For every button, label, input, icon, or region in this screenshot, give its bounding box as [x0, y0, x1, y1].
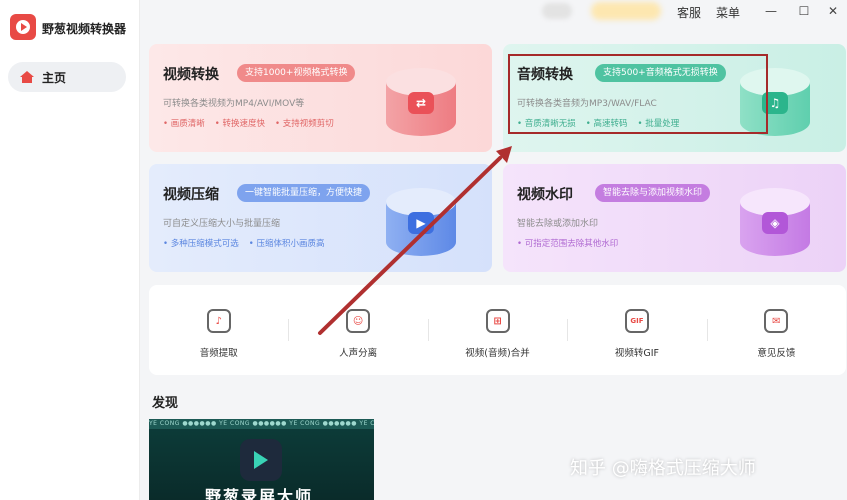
feature-item: 支持视频剪切 — [275, 117, 334, 129]
card-features: 多种压缩模式可选 压缩体积小画质高 — [163, 237, 325, 249]
card-features: 可指定范围去除其他水印 — [517, 237, 619, 249]
feature-item: 画质清晰 — [163, 117, 205, 129]
card-tag: 智能去除与添加视频水印 — [595, 184, 711, 202]
tool-vocal-separate[interactable]: ☺ 人声分离 — [288, 285, 427, 375]
maximize-button[interactable]: ☐ — [796, 3, 812, 19]
app-logo-icon — [10, 14, 36, 40]
video-convert-icon: ⇄ — [386, 64, 456, 136]
tool-label: 音频提取 — [199, 348, 238, 359]
video-compress-icon: ▶ — [386, 184, 456, 256]
feature-item: 多种压缩模式可选 — [163, 237, 239, 249]
card-video-watermark[interactable]: 视频水印 智能去除与添加视频水印 智能去除或添加水印 可指定范围去除其他水印 ◈ — [503, 164, 846, 272]
video-watermark-icon: ◈ — [740, 184, 810, 256]
app-title: 野葱视频转换器 — [42, 22, 127, 36]
card-title: 视频压缩 — [163, 187, 219, 203]
card-title: 视频转换 — [163, 67, 219, 83]
title-bar: 客服 菜单 — ☐ ✕ — [141, 0, 847, 24]
card-desc: 可转换各类视频为MP4/AVI/MOV等 — [163, 99, 305, 109]
feature-item: 压缩体积小画质高 — [249, 237, 324, 249]
vocal-separate-icon: ☺ — [346, 309, 371, 333]
promo-banner[interactable]: YE CONG ●●●●●● YE CONG ●●●●●● YE CONG ●●… — [149, 419, 374, 500]
card-desc: 智能去除或添加水印 — [517, 219, 599, 229]
sidebar-item-home[interactable]: 主页 — [8, 62, 126, 92]
tool-feedback[interactable]: ✉ 意见反馈 — [706, 285, 846, 375]
watermark-text: 知乎 @嗨格式压缩大师 — [570, 458, 756, 479]
tool-label: 人声分离 — [339, 348, 378, 359]
card-desc: 可自定义压缩大小与批量压缩 — [163, 219, 281, 229]
vip-badge[interactable] — [591, 2, 661, 20]
feature-item: 可指定范围去除其他水印 — [517, 237, 619, 249]
card-tag: 一键智能批量压缩，方便快捷 — [237, 184, 371, 202]
close-button[interactable]: ✕ — [825, 3, 841, 19]
merge-icon: ⊞ — [485, 309, 510, 333]
customer-service-link[interactable]: 客服 — [677, 4, 701, 21]
discover-title: 发现 — [152, 396, 179, 411]
feature-item: 转换速度快 — [215, 117, 265, 129]
tool-label: 意见反馈 — [757, 348, 796, 359]
sidebar: 野葱视频转换器 主页 — [0, 0, 140, 500]
card-video-compress[interactable]: 视频压缩 一键智能批量压缩，方便快捷 可自定义压缩大小与批量压缩 多种压缩模式可… — [149, 164, 492, 272]
tool-video-to-gif[interactable]: GIF 视频转GIF — [567, 285, 706, 375]
feedback-icon: ✉ — [764, 309, 789, 333]
audio-extract-icon: ♪ — [206, 309, 231, 333]
card-tag: 支持1000+视频格式转换 — [237, 64, 356, 82]
tool-label: 视频(音频)合并 — [465, 348, 530, 359]
highlight-annotation-box — [508, 54, 768, 134]
tool-audio-extract[interactable]: ♪ 音频提取 — [149, 285, 288, 375]
card-video-convert[interactable]: 视频转换 支持1000+视频格式转换 可转换各类视频为MP4/AVI/MOV等 … — [149, 44, 492, 152]
tool-merge[interactable]: ⊞ 视频(音频)合并 — [427, 285, 567, 375]
promo-strip: YE CONG ●●●●●● YE CONG ●●●●●● YE CONG ●●… — [149, 419, 374, 429]
menu-link[interactable]: 菜单 — [716, 4, 740, 21]
sidebar-item-label: 主页 — [42, 70, 67, 85]
promo-text: 野葱录屏大师 — [205, 487, 314, 500]
user-avatar[interactable] — [542, 3, 572, 19]
minimize-button[interactable]: — — [763, 3, 779, 19]
tools-row: ♪ 音频提取 ☺ 人声分离 ⊞ 视频(音频)合并 GIF 视频转GIF ✉ 意见… — [149, 285, 846, 375]
gif-icon: GIF — [624, 309, 649, 333]
screen-recorder-logo-icon — [240, 439, 282, 481]
tool-label: 视频转GIF — [614, 348, 659, 359]
card-title: 视频水印 — [517, 187, 573, 203]
home-icon — [20, 71, 34, 83]
card-features: 画质清晰 转换速度快 支持视频剪切 — [163, 117, 334, 129]
